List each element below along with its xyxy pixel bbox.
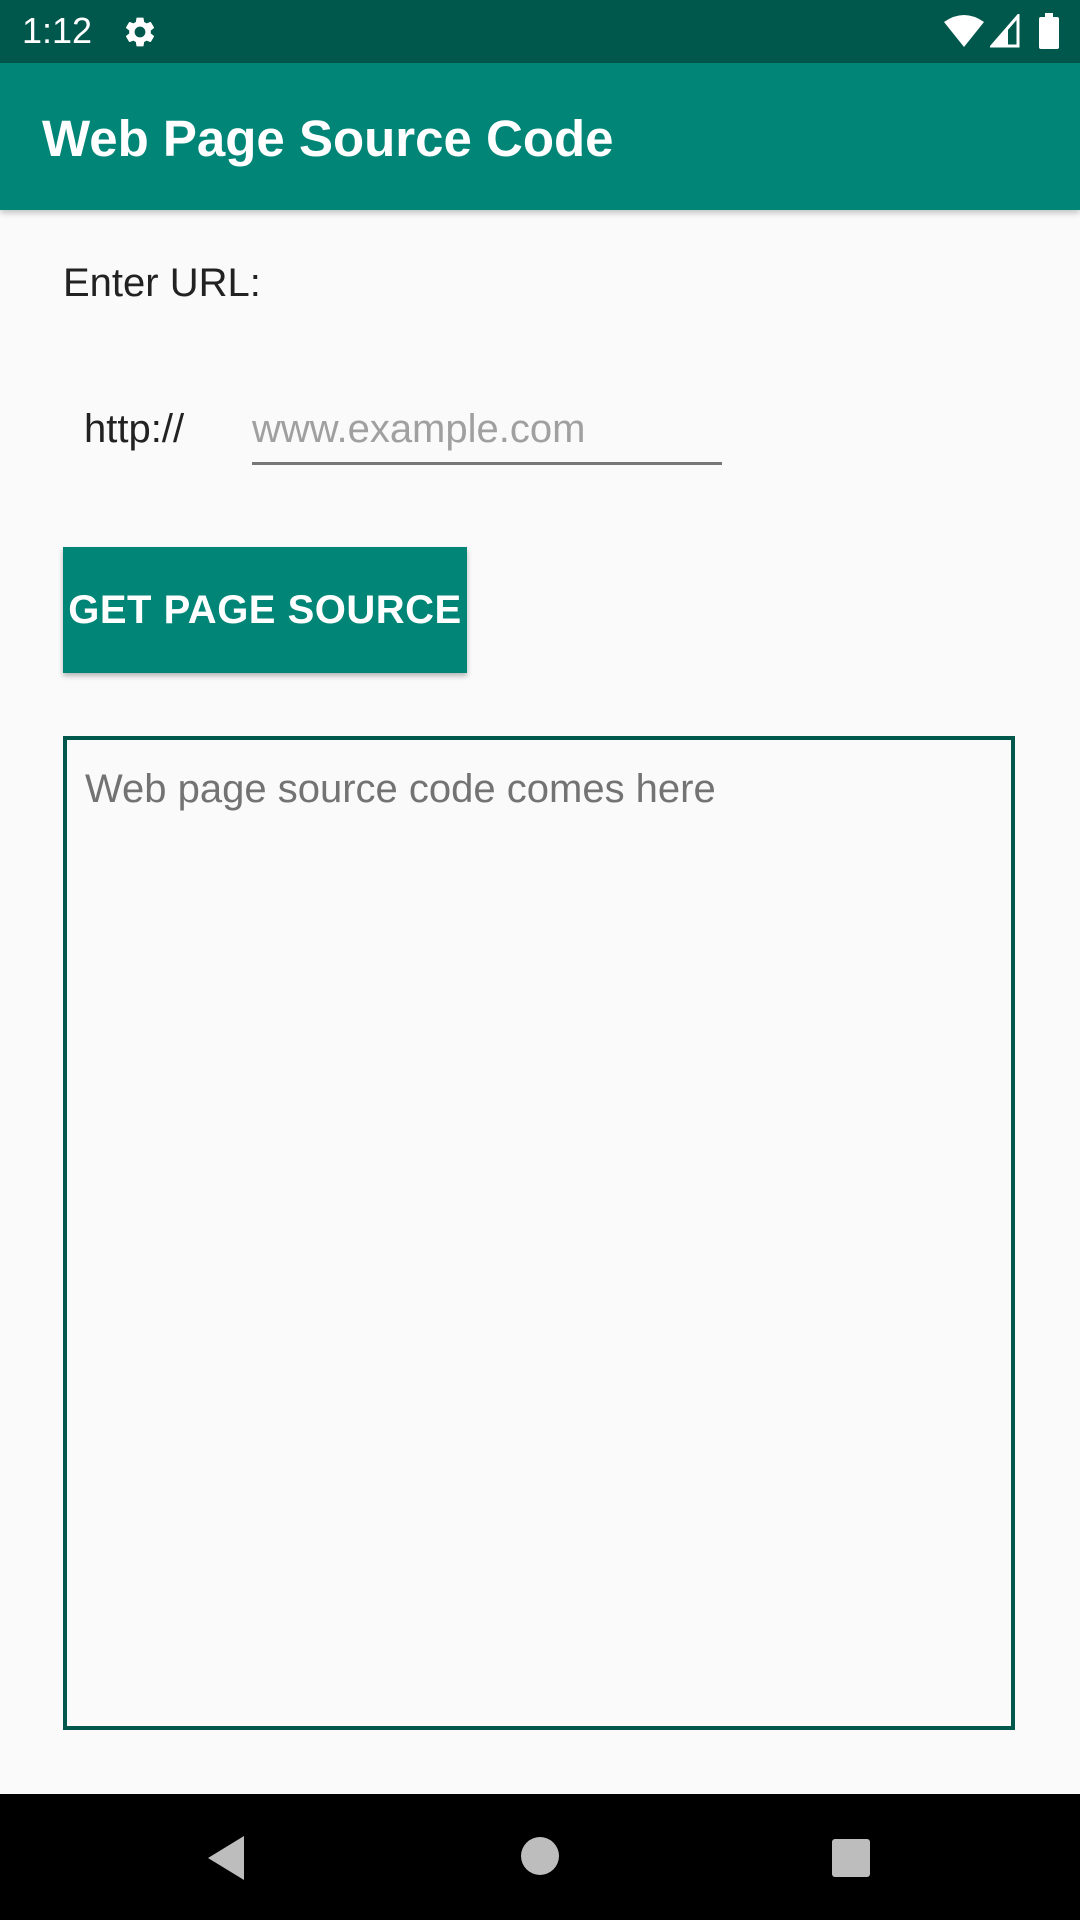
signal-icon — [990, 14, 1020, 48]
app-title: Web Page Source Code — [42, 110, 614, 167]
battery-icon — [1039, 13, 1059, 49]
home-icon[interactable] — [520, 1836, 560, 1876]
source-output-placeholder: Web page source code comes here — [85, 767, 716, 811]
enter-url-label: Enter URL: — [63, 261, 261, 305]
url-scheme-label: http:// — [84, 407, 185, 451]
gear-icon — [125, 17, 155, 47]
get-page-source-button[interactable]: GET PAGE SOURCE — [63, 547, 467, 673]
status-time: 1:12 — [22, 10, 93, 51]
recents-icon[interactable] — [831, 1838, 871, 1878]
source-output[interactable]: Web page source code comes here — [63, 736, 1015, 1730]
app-bar: Web Page Source Code — [0, 63, 1080, 210]
url-input[interactable] — [252, 396, 722, 465]
wifi-icon — [944, 15, 984, 47]
status-bar: 1:12 — [0, 0, 1080, 63]
navigation-bar — [0, 1794, 1080, 1920]
back-icon[interactable] — [204, 1834, 248, 1882]
